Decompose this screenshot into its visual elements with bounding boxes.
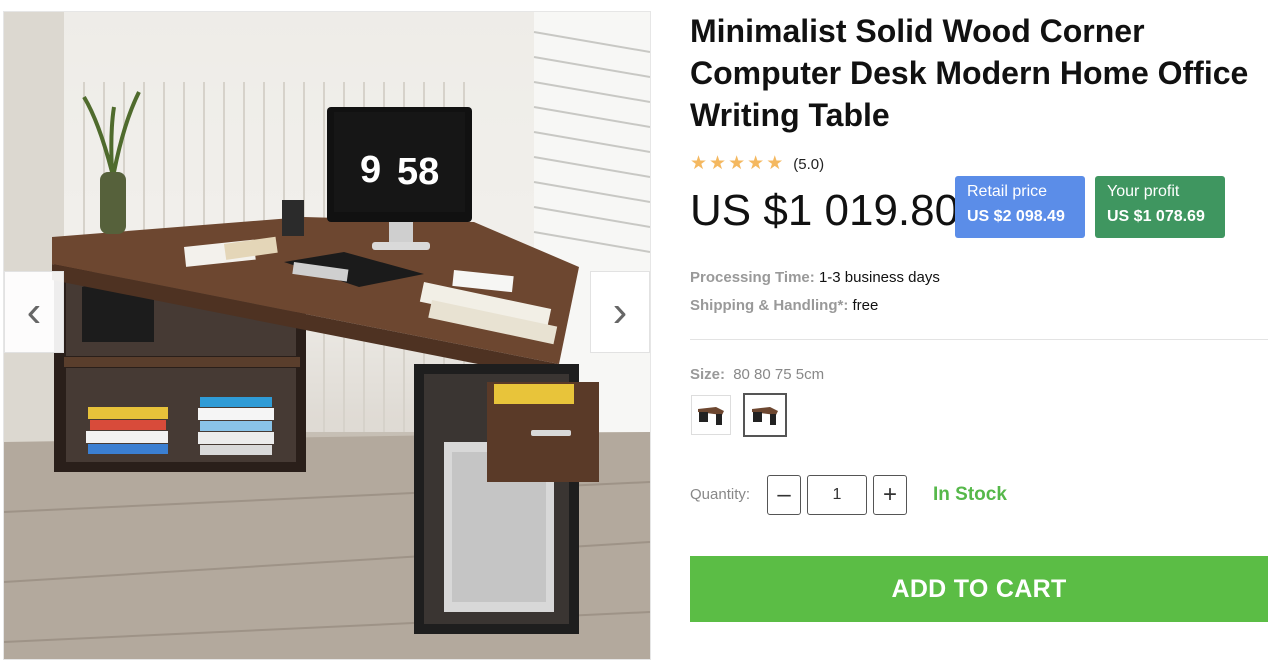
- profit-value: US $1 078.69: [1107, 208, 1205, 225]
- gallery-prev-button[interactable]: ‹: [4, 271, 64, 353]
- stock-status: In Stock: [933, 484, 1007, 505]
- monitor-time-hours: 9: [360, 149, 381, 191]
- chevron-left-icon: ‹: [26, 287, 42, 336]
- size-selector-label: Size: 80 80 75 5cm: [690, 366, 824, 383]
- quantity-decrease-button[interactable]: –: [767, 475, 801, 515]
- desk-thumbnail-icon: [698, 407, 724, 425]
- shipping-value: free: [852, 297, 879, 314]
- shipping-label: Shipping & Handling*:: [690, 297, 849, 314]
- retail-price-value: US $2 098.49: [967, 208, 1065, 225]
- rating-value: (5.0): [793, 155, 825, 173]
- gallery-next-button[interactable]: ›: [590, 271, 650, 353]
- product-price: US $1 019.80: [690, 186, 960, 235]
- quantity-label: Quantity:: [690, 486, 751, 503]
- divider: [690, 339, 1268, 340]
- desk-thumbnail-icon: [752, 407, 778, 425]
- processing-time-label: Processing Time:: [690, 269, 815, 286]
- profit-badge: Your profit US $1 078.69: [1095, 176, 1225, 238]
- retail-price-label: Retail price: [967, 183, 1048, 200]
- size-label: Size:: [690, 366, 726, 383]
- size-option-2-selected[interactable]: [743, 393, 787, 437]
- profit-label: Your profit: [1107, 183, 1180, 200]
- product-title: Minimalist Solid Wood Corner Computer De…: [690, 13, 1249, 133]
- retail-price-badge: Retail price US $2 098.49: [955, 176, 1085, 238]
- product-image-gallery: 9 58 ‹ ›: [3, 11, 651, 660]
- star-icon: ★: [709, 153, 727, 174]
- star-icon: ★: [747, 153, 765, 174]
- star-icon: ★: [690, 153, 708, 174]
- size-option-1[interactable]: [691, 395, 731, 435]
- product-main-image: 9 58: [4, 12, 650, 659]
- chevron-right-icon: ›: [612, 287, 628, 336]
- star-icon: ★: [766, 153, 784, 174]
- rating-stars: ★ ★ ★ ★ ★: [690, 154, 783, 174]
- monitor-time-minutes: 58: [397, 151, 439, 193]
- processing-time: Processing Time: 1-3 business days: [690, 269, 940, 286]
- shipping-handling: Shipping & Handling*: free: [690, 297, 878, 314]
- add-to-cart-button[interactable]: ADD TO CART: [690, 556, 1268, 622]
- quantity-increase-button[interactable]: +: [873, 475, 907, 515]
- quantity-input[interactable]: [807, 475, 867, 515]
- processing-time-value: 1-3 business days: [818, 269, 940, 286]
- product-rating: ★ ★ ★ ★ ★ (5.0): [690, 154, 824, 174]
- star-icon: ★: [728, 153, 746, 174]
- size-value: 80 80 75 5cm: [733, 366, 825, 383]
